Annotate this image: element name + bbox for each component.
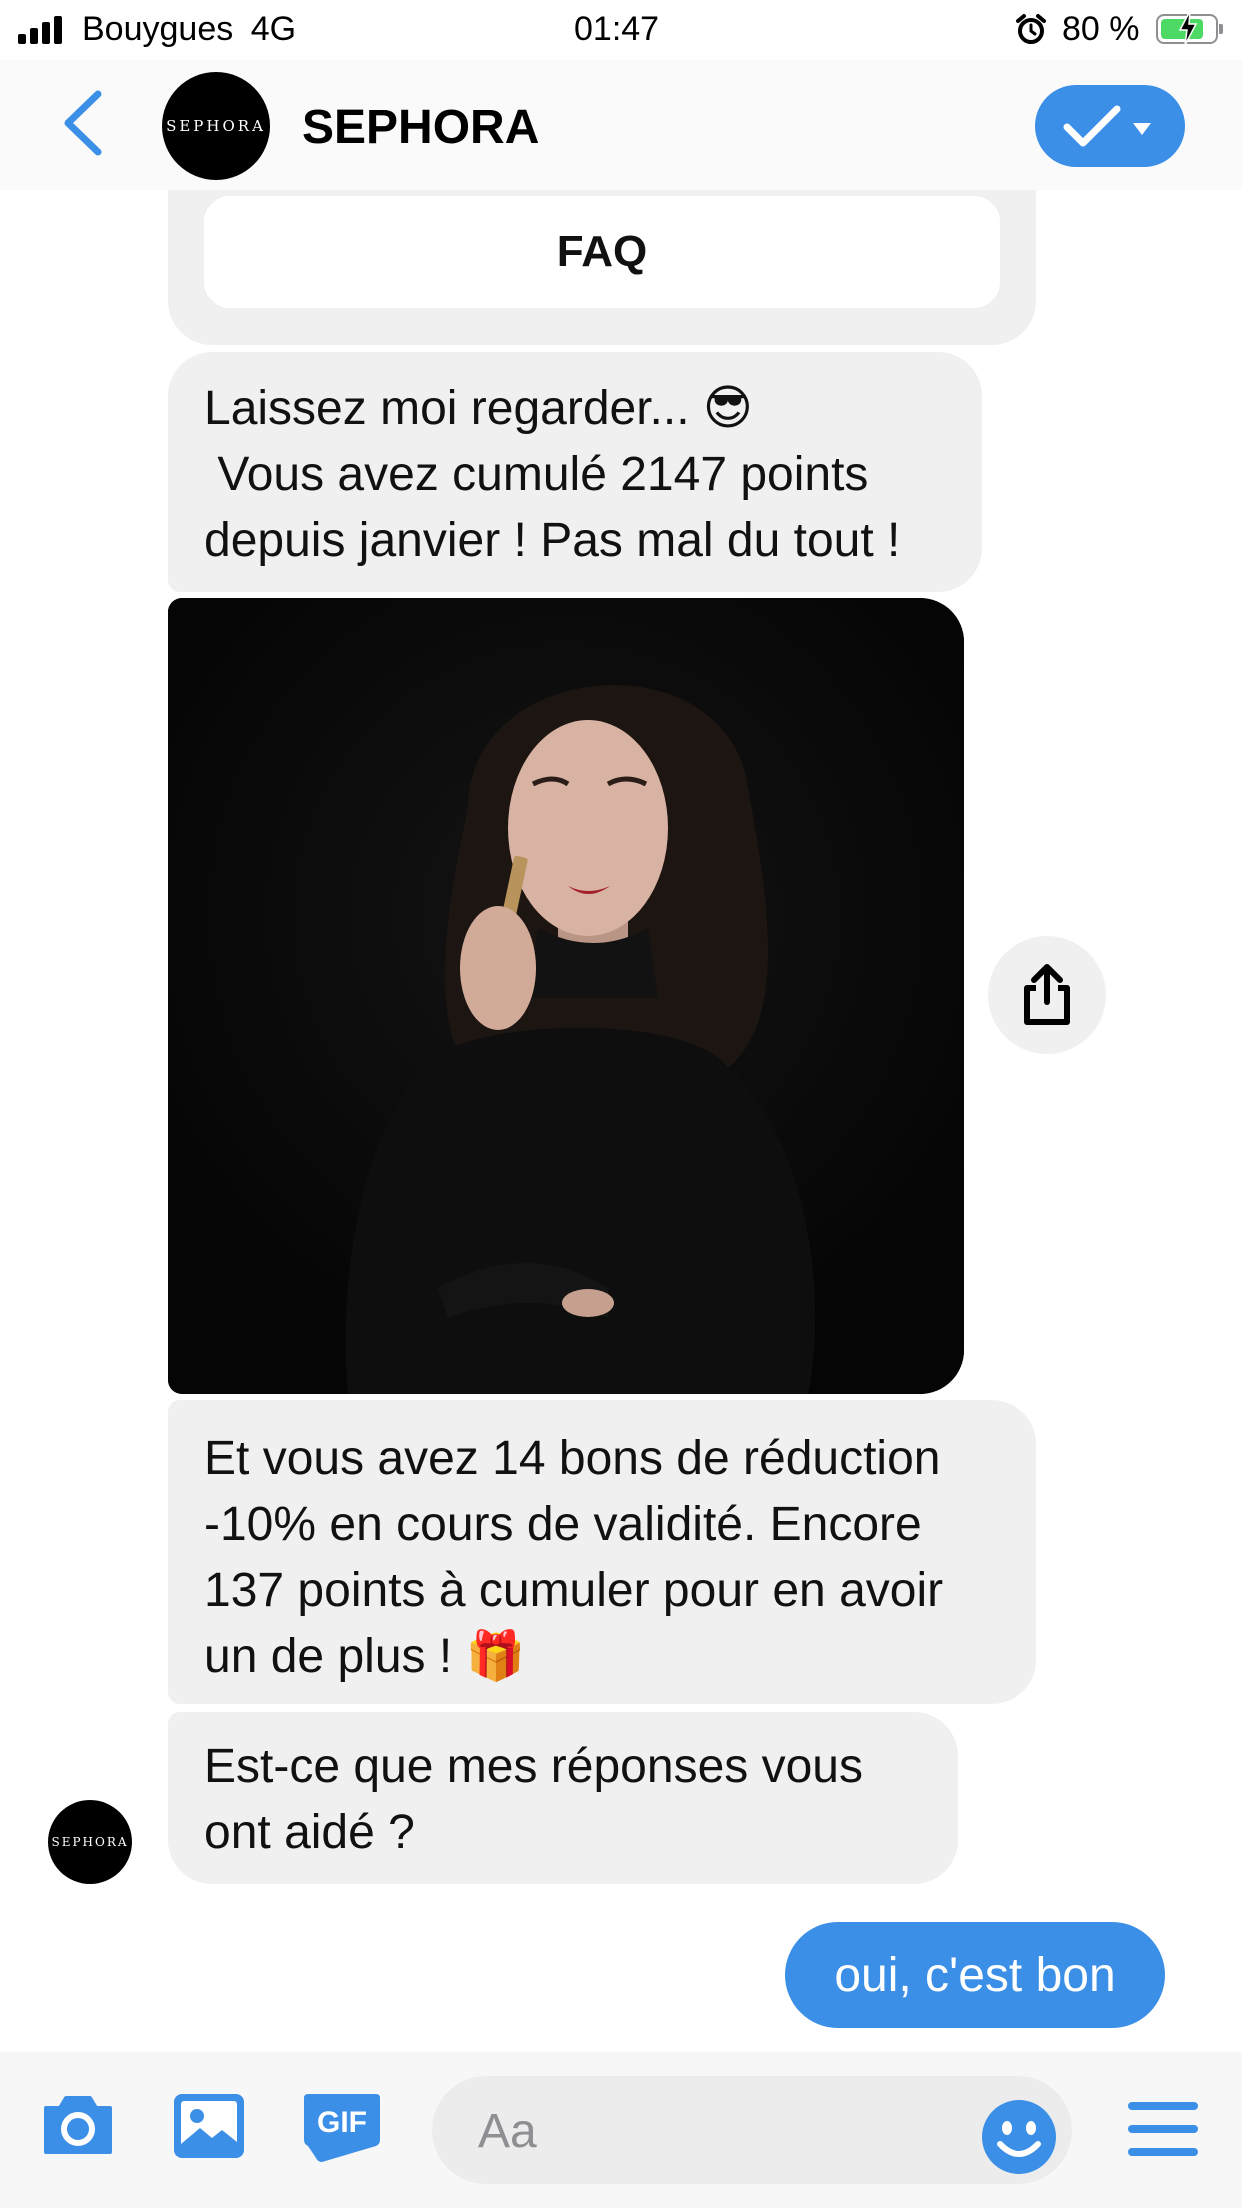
- emoji-icon[interactable]: [980, 2098, 1058, 2181]
- message-line: Laissez moi regarder... 😎: [204, 382, 753, 435]
- message-input[interactable]: [476, 2076, 960, 2186]
- bot-message-vouchers: Et vous avez 14 bons de réduction -10% e…: [168, 1400, 1036, 1704]
- battery-charging-icon: [1156, 11, 1223, 45]
- status-time: 01:47: [574, 10, 660, 48]
- contact-name[interactable]: SEPHORA: [302, 100, 539, 155]
- gif-icon[interactable]: GIF: [302, 2092, 382, 2169]
- chat-header: SEPHORA SEPHORA: [0, 60, 1242, 190]
- message-line: Est-ce que mes réponses vous: [204, 1740, 863, 1793]
- message-line: -10% en cours de validité. Encore: [204, 1498, 922, 1551]
- message-line: ont aidé ?: [204, 1806, 415, 1859]
- faq-button[interactable]: FAQ: [204, 196, 1000, 308]
- message-line: Vous avez cumulé 2147 points: [204, 448, 869, 501]
- bot-message-points: Laissez moi regarder... 😎 Vous avez cumu…: [168, 352, 982, 592]
- carrier-name: Bouygues: [82, 10, 234, 48]
- avatar-logo-text: SEPHORA: [166, 117, 266, 135]
- message-line: 137 points à cumuler pour en avoir: [204, 1564, 944, 1617]
- check-icon: [1063, 105, 1121, 147]
- alarm-icon: [1014, 12, 1048, 55]
- camera-icon[interactable]: [40, 2092, 116, 2161]
- network-type: 4G: [250, 10, 297, 48]
- contact-avatar[interactable]: SEPHORA: [162, 72, 270, 180]
- charging-bolt-icon: [1178, 11, 1198, 45]
- battery-percent: 80 %: [1062, 10, 1140, 48]
- avatar-logo-text: SEPHORA: [51, 1835, 129, 1849]
- caret-down-icon: [1133, 123, 1151, 135]
- gif-image[interactable]: [168, 598, 964, 1394]
- message-input-wrapper: [432, 2076, 1072, 2186]
- action-dropdown-button[interactable]: [1035, 85, 1185, 167]
- message-line: depuis janvier ! Pas mal du tout !: [204, 514, 901, 567]
- user-message-reply: oui, c'est bon: [785, 1922, 1165, 2028]
- gif-label: GIF: [317, 2106, 367, 2139]
- message-line: un de plus ! 🎁: [204, 1630, 526, 1683]
- share-icon: [1024, 964, 1070, 1025]
- signal-icon: [18, 14, 62, 44]
- menu-icon[interactable]: [1126, 2100, 1200, 2163]
- status-bar: Bouygues 4G 01:47 80 %: [0, 0, 1242, 60]
- share-button[interactable]: [988, 936, 1106, 1054]
- reply-text: oui, c'est bon: [834, 1948, 1116, 2002]
- back-chevron-icon[interactable]: [60, 90, 106, 161]
- gallery-icon[interactable]: [172, 2092, 246, 2165]
- quick-reply-card: FAQ: [168, 170, 1036, 345]
- message-composer: GIF: [0, 2052, 1242, 2208]
- bot-avatar[interactable]: SEPHORA: [48, 1800, 132, 1884]
- carrier-info: Bouygues 4G: [82, 10, 296, 49]
- bot-message-question: Est-ce que mes réponses vous ont aidé ?: [168, 1712, 958, 1884]
- woman-holding-card-illustration: [168, 598, 964, 1394]
- message-line: Et vous avez 14 bons de réduction: [204, 1432, 941, 1485]
